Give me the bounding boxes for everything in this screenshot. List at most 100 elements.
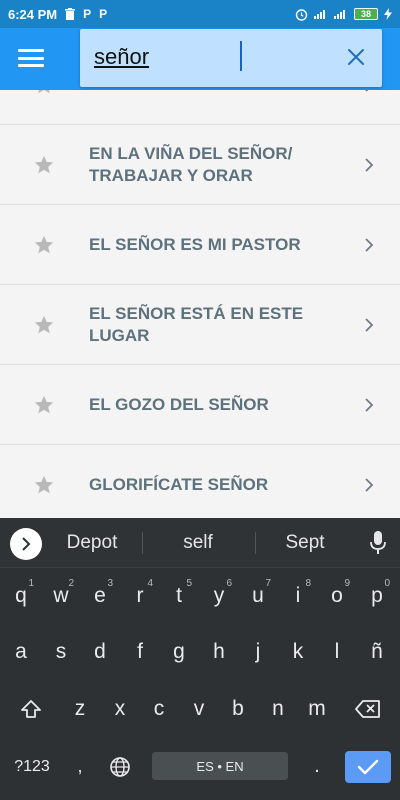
symbols-key[interactable]: ?123 [8,752,56,782]
search-box[interactable] [80,29,382,87]
key-hint: 7 [265,578,271,589]
key-q[interactable]: q1 [4,576,38,616]
key-label: o [331,584,343,607]
key-y[interactable]: y6 [202,576,236,616]
suggestion-divider [255,532,256,554]
key-n-tilde[interactable]: ñ [360,632,394,672]
search-input[interactable] [94,39,334,75]
alarm-icon [295,8,308,21]
chevron-right-icon [365,158,374,172]
key-m[interactable]: m [300,689,334,729]
key-s[interactable]: s [44,632,78,672]
key-c[interactable]: c [142,689,176,729]
hamburger-menu-icon[interactable] [18,47,44,69]
key-label: w [53,584,69,607]
star-icon[interactable] [33,90,55,96]
star-icon[interactable] [33,154,55,176]
space-bar[interactable]: ES • EN [152,752,288,780]
key-hint: 8 [305,578,311,589]
shift-key[interactable] [14,692,48,726]
chevron-right-icon [365,90,369,92]
list-item[interactable]: EN LA VIÑA DEL SEÑOR/ TRABAJAR Y ORAR [0,125,400,205]
microphone-icon[interactable] [370,531,386,555]
key-n[interactable]: n [261,689,295,729]
suggestion-divider [142,532,143,554]
list-item[interactable]: EL SEÑOR RESUCITÓ [0,90,400,125]
chevron-right-icon [365,478,374,492]
key-i[interactable]: i8 [281,576,315,616]
key-hint: 2 [68,578,74,589]
key-p[interactable]: p0 [360,576,394,616]
key-l[interactable]: l [320,632,354,672]
list-item-title: EL SEÑOR ESTÁ EN ESTE LUGAR [89,304,304,345]
suggestion-2[interactable]: self [158,518,238,568]
chevron-right-icon [365,398,374,412]
shift-icon [21,700,41,718]
key-label: y [213,584,225,607]
key-t[interactable]: t5 [162,576,196,616]
key-e[interactable]: e3 [83,576,117,616]
suggestion-expand-button[interactable] [10,528,42,560]
suggestion-3[interactable]: Sept [265,518,345,568]
list-item[interactable]: EL GOZO DEL SEÑOR [0,365,400,445]
key-w[interactable]: w2 [44,576,78,616]
checkmark-icon [357,759,379,775]
key-hint: 1 [28,578,34,589]
key-b[interactable]: b [221,689,255,729]
battery-icon: 38 [354,8,378,20]
star-icon[interactable] [33,474,55,496]
key-a[interactable]: a [4,632,38,672]
list-item[interactable]: GLORIFÍCATE SEÑOR [0,445,400,518]
close-icon[interactable] [346,47,366,67]
backspace-icon [355,700,380,718]
key-z[interactable]: z [63,689,97,729]
comma-key[interactable]: , [68,748,92,784]
charging-icon [384,8,392,20]
key-hint: 3 [107,578,113,589]
key-hint: 6 [226,578,232,589]
app-screen: 6:24 PM P P 38 EL SEÑOR RESUCITÓ [0,0,400,800]
key-u[interactable]: u7 [241,576,275,616]
globe-icon [110,757,130,777]
key-hint: 5 [186,578,192,589]
star-icon[interactable] [33,234,55,256]
key-o[interactable]: o9 [320,576,354,616]
backspace-key[interactable] [350,692,386,726]
list-item-title: EL GOZO DEL SEÑOR [89,395,269,414]
key-k[interactable]: k [281,632,315,672]
list-item-title: GLORIFÍCATE SEÑOR [89,475,269,494]
period-key[interactable]: . [304,750,330,782]
key-label: p [371,584,383,607]
key-f[interactable]: f [123,632,157,672]
suggestion-1[interactable]: Depot [52,518,132,568]
suggestion-bar: Depot self Sept [0,518,400,568]
key-j[interactable]: j [241,632,275,672]
key-h[interactable]: h [202,632,236,672]
key-x[interactable]: x [103,689,137,729]
signal-icon [314,10,325,19]
key-g[interactable]: g [162,632,196,672]
key-v[interactable]: v [182,689,216,729]
key-label: e [94,584,106,607]
app-bar [0,28,400,90]
chevron-right-icon [365,238,374,252]
key-d[interactable]: d [83,632,117,672]
key-label: u [252,584,264,607]
star-icon[interactable] [33,314,55,336]
key-hint: 9 [344,578,350,589]
list-item[interactable]: EL SEÑOR ES MI PASTOR [0,205,400,285]
key-label: i [295,584,301,607]
status-time: 6:24 PM [8,6,58,22]
song-list: EL SEÑOR RESUCITÓ EN LA VIÑA DEL SEÑOR/ … [0,90,400,518]
key-hint: 4 [147,578,153,589]
parking-icon: P [83,7,92,21]
key-r[interactable]: r4 [123,576,157,616]
enter-button[interactable] [345,751,391,783]
list-item-title: EL SEÑOR RESUCITÓ [89,90,349,125]
star-icon[interactable] [33,394,55,416]
list-item-title: EL SEÑOR ES MI PASTOR [89,235,301,254]
language-key[interactable] [105,752,135,782]
chevron-right-icon [22,537,31,551]
list-item[interactable]: EL SEÑOR ESTÁ EN ESTE LUGAR [0,285,400,365]
signal-icon [334,10,345,19]
